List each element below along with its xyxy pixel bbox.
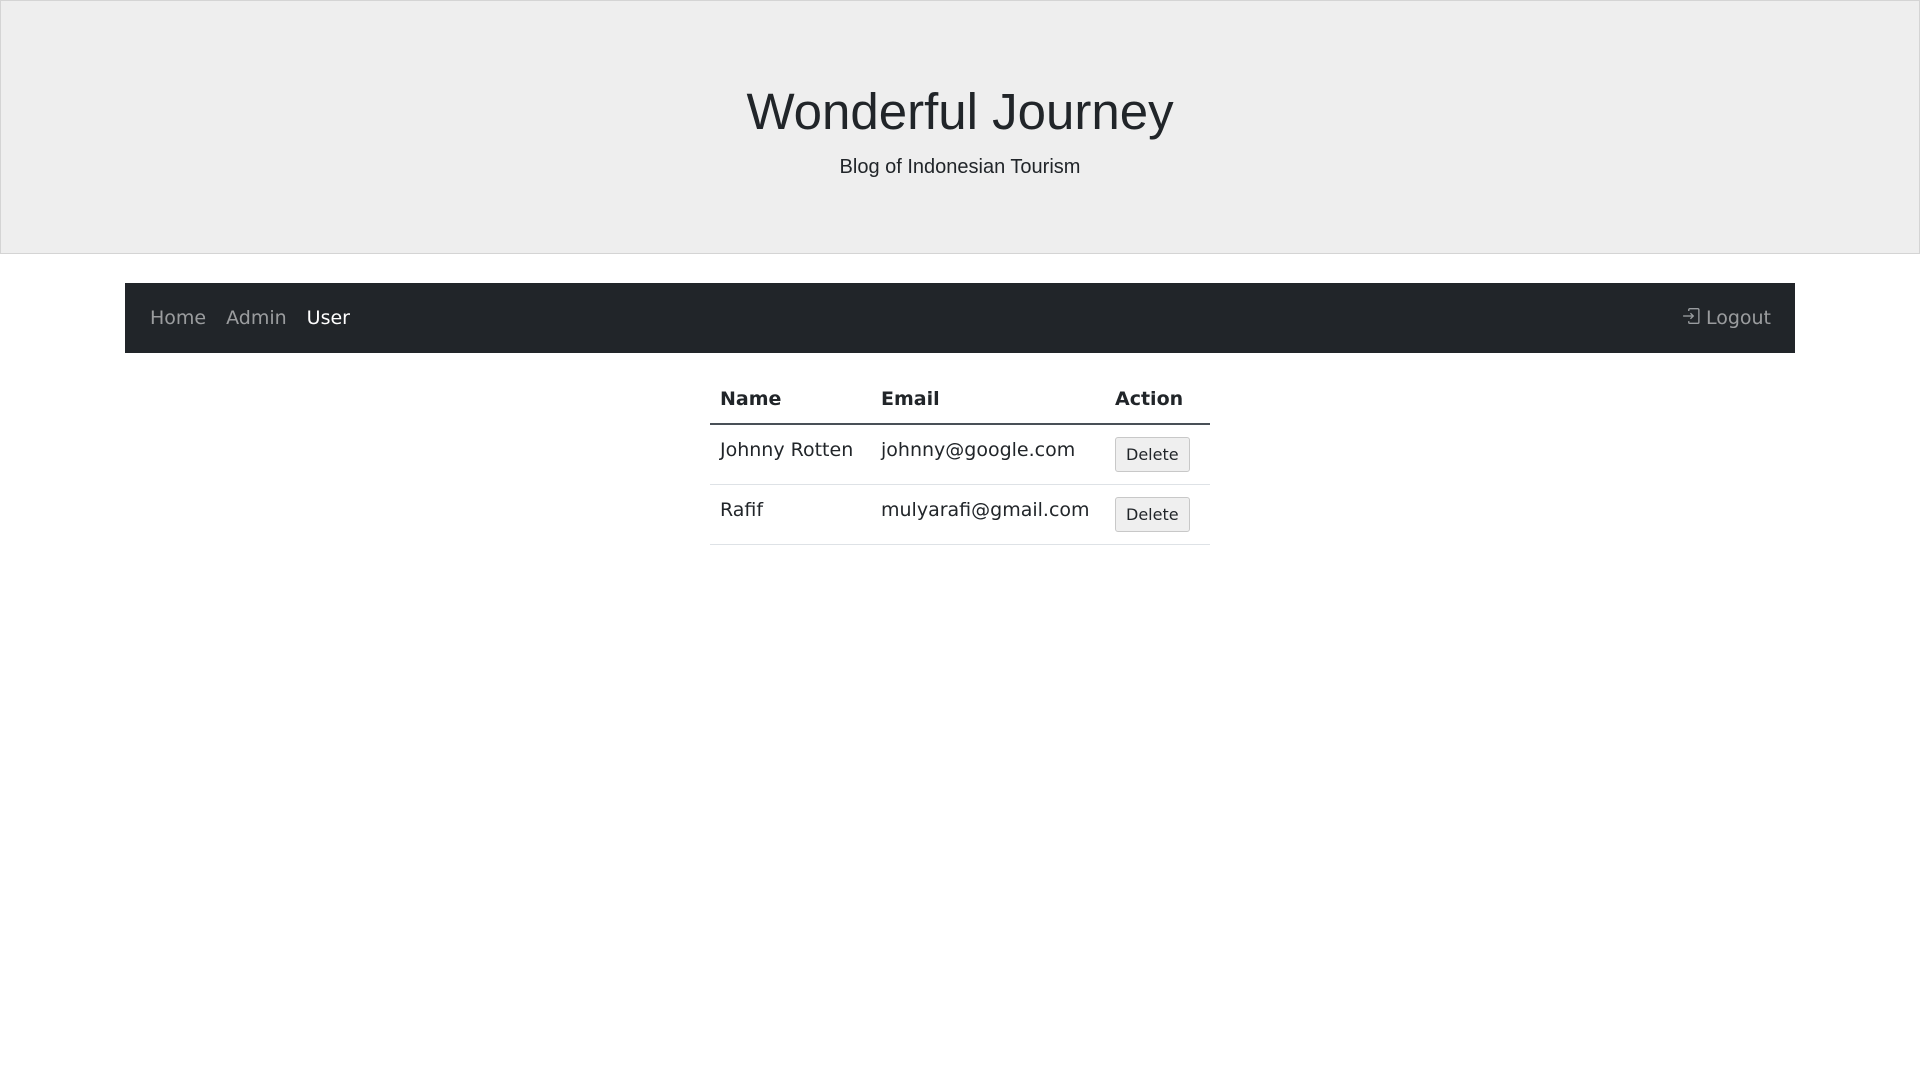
nav-link-user[interactable]: User [307, 307, 350, 329]
jumbotron-header: Wonderful Journey Blog of Indonesian Tou… [0, 0, 1920, 254]
users-table: Name Email Action Johnny Rotten johnny@g… [710, 380, 1210, 545]
logout-link[interactable]: Logout [1682, 307, 1771, 330]
site-subtitle: Blog of Indonesian Tourism [839, 156, 1081, 178]
column-header-name: Name [710, 380, 871, 425]
user-name: Johnny Rotten [710, 424, 871, 485]
delete-user-button[interactable]: Delete [1115, 436, 1190, 472]
users-table-container: Name Email Action Johnny Rotten johnny@g… [710, 380, 1210, 545]
column-header-action: Action [1105, 380, 1210, 425]
nav-links: Home Admin User [150, 307, 370, 329]
nav-link-home[interactable]: Home [150, 307, 206, 329]
user-email: johnny@google.com [871, 424, 1105, 485]
nav-link-admin[interactable]: Admin [226, 307, 287, 329]
box-arrow-in-right-icon [1682, 307, 1706, 330]
user-email: mulyarafi@gmail.com [871, 484, 1105, 545]
user-name: Rafif [710, 484, 871, 545]
table-row: Johnny Rotten johnny@google.com Delete [710, 424, 1210, 485]
main-navbar: Home Admin User Logout [125, 283, 1795, 353]
user-action: Delete [1105, 424, 1210, 485]
user-action: Delete [1105, 484, 1210, 545]
logout-label: Logout [1705, 307, 1771, 329]
delete-user-button[interactable]: Delete [1115, 496, 1190, 532]
site-title: Wonderful Journey [746, 83, 1174, 140]
table-header-row: Name Email Action [710, 380, 1210, 425]
column-header-email: Email [871, 380, 1105, 425]
table-row: Rafif mulyarafi@gmail.com Delete [710, 484, 1210, 545]
